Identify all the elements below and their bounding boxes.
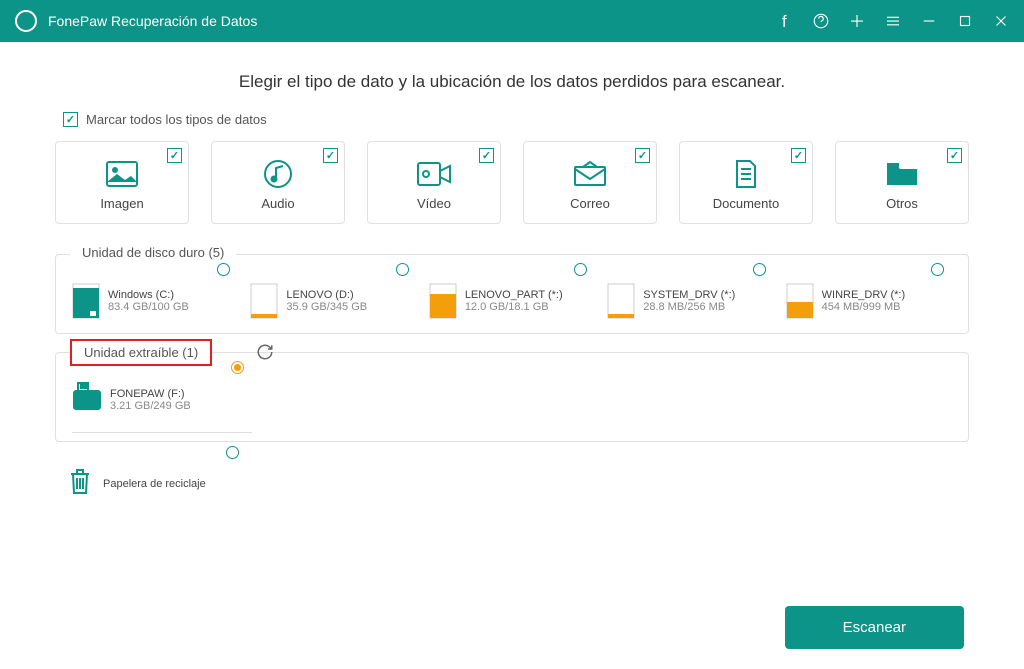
menu-icon[interactable] [884, 12, 902, 30]
type-label: Correo [532, 196, 648, 211]
usb-icon [72, 381, 102, 418]
drive-icon [72, 283, 100, 319]
hdd-drive-item[interactable]: WINRE_DRV (*:) 454 MB/999 MB [786, 277, 952, 325]
recycle-row: Papelera de reciclaje [55, 460, 969, 507]
facebook-icon[interactable]: f [776, 12, 794, 30]
drive-radio[interactable] [574, 263, 587, 276]
drive-size: 83.4 GB/100 GB [108, 301, 189, 313]
hdd-drive-item[interactable]: LENOVO (D:) 35.9 GB/345 GB [250, 277, 416, 325]
drive-radio[interactable] [753, 263, 766, 276]
master-checkbox-row[interactable]: Marcar todos los tipos de datos [55, 112, 969, 127]
removable-drive-row: FONEPAW (F:) 3.21 GB/249 GB [72, 375, 952, 433]
titlebar: FonePaw Recuperación de Datos f [0, 0, 1024, 42]
type-card-other[interactable]: Otros [835, 141, 969, 224]
hdd-section-title: Unidad de disco duro (5) [70, 245, 236, 260]
drive-name: LENOVO_PART (*:) [465, 289, 563, 301]
type-checkbox[interactable] [791, 148, 806, 163]
drive-icon [429, 283, 457, 319]
type-card-audio[interactable]: Audio [211, 141, 345, 224]
drive-size: 35.9 GB/345 GB [286, 301, 367, 313]
trash-icon [67, 466, 93, 501]
type-label: Vídeo [376, 196, 492, 211]
drive-name: LENOVO (D:) [286, 289, 367, 301]
type-label: Imagen [64, 196, 180, 211]
hdd-drive-item[interactable]: Windows (C:) 83.4 GB/100 GB [72, 277, 238, 325]
video-icon [376, 158, 492, 190]
hdd-drive-item[interactable]: SYSTEM_DRV (*:) 28.8 MB/256 MB [607, 277, 773, 325]
type-checkbox[interactable] [947, 148, 962, 163]
drive-size: 28.8 MB/256 MB [643, 301, 735, 313]
drive-name: FONEPAW (F:) [110, 388, 191, 400]
type-label: Audio [220, 196, 336, 211]
drive-size: 3.21 GB/249 GB [110, 400, 191, 412]
page-heading: Elegir el tipo de dato y la ubicación de… [55, 72, 969, 92]
recycle-label: Papelera de reciclaje [103, 478, 206, 490]
datatype-grid: Imagen Audio Vídeo Correo Documento Otro… [55, 141, 969, 224]
type-checkbox[interactable] [479, 148, 494, 163]
plus-icon[interactable] [848, 12, 866, 30]
app-title: FonePaw Recuperación de Datos [48, 13, 776, 29]
folder-icon [844, 158, 960, 190]
drive-radio[interactable] [231, 361, 244, 374]
type-checkbox[interactable] [167, 148, 182, 163]
maximize-icon[interactable] [956, 12, 974, 30]
master-checkbox[interactable] [63, 112, 78, 127]
type-checkbox[interactable] [323, 148, 338, 163]
hdd-drive-item[interactable]: LENOVO_PART (*:) 12.0 GB/18.1 GB [429, 277, 595, 325]
drive-name: SYSTEM_DRV (*:) [643, 289, 735, 301]
drive-name: WINRE_DRV (*:) [822, 289, 906, 301]
drive-radio[interactable] [396, 263, 409, 276]
hdd-drive-row: Windows (C:) 83.4 GB/100 GB LENOVO (D:) … [72, 277, 952, 325]
drive-icon [250, 283, 278, 319]
drive-size: 454 MB/999 MB [822, 301, 906, 313]
refresh-icon[interactable] [256, 343, 274, 366]
removable-section-title: Unidad extraíble (1) [70, 339, 212, 366]
drive-radio[interactable] [931, 263, 944, 276]
master-checkbox-label: Marcar todos los tipos de datos [86, 112, 267, 127]
type-label: Otros [844, 196, 960, 211]
image-icon [64, 158, 180, 190]
removable-drive-item[interactable]: FONEPAW (F:) 3.21 GB/249 GB [72, 375, 252, 433]
svg-text:f: f [782, 13, 787, 30]
type-checkbox[interactable] [635, 148, 650, 163]
audio-icon [220, 158, 336, 190]
scan-button[interactable]: Escanear [785, 606, 964, 649]
drive-size: 12.0 GB/18.1 GB [465, 301, 563, 313]
close-icon[interactable] [992, 12, 1010, 30]
type-card-video[interactable]: Vídeo [367, 141, 501, 224]
drive-icon [607, 283, 635, 319]
help-icon[interactable] [812, 12, 830, 30]
drive-icon [786, 283, 814, 319]
drive-name: Windows (C:) [108, 289, 189, 301]
hdd-section: Unidad de disco duro (5) Windows (C:) 83… [55, 254, 969, 334]
type-card-document[interactable]: Documento [679, 141, 813, 224]
removable-section: Unidad extraíble (1) FONEPAW (F:) 3.21 G… [55, 352, 969, 442]
document-icon [688, 158, 804, 190]
minimize-icon[interactable] [920, 12, 938, 30]
type-card-image[interactable]: Imagen [55, 141, 189, 224]
drive-radio[interactable] [217, 263, 230, 276]
type-card-mail[interactable]: Correo [523, 141, 657, 224]
recycle-bin-item[interactable]: Papelera de reciclaje [67, 460, 247, 507]
window-controls: f [776, 12, 1010, 30]
app-logo-icon [14, 9, 38, 33]
mail-icon [532, 158, 648, 190]
recycle-radio[interactable] [226, 446, 239, 459]
type-label: Documento [688, 196, 804, 211]
